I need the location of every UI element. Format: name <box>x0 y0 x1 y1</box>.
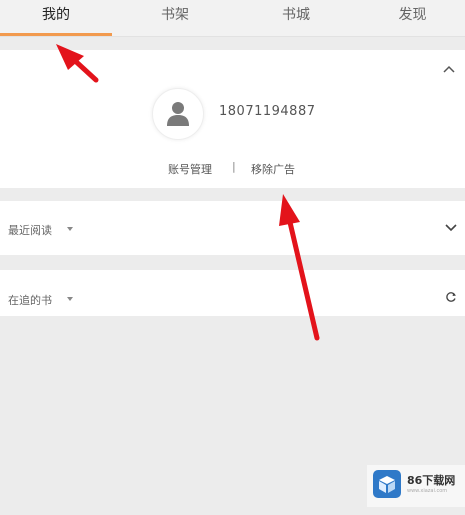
annotation-arrows <box>56 44 320 341</box>
annotation-arrow-tab <box>56 44 99 83</box>
annotation-arrow-remove-ads <box>279 194 320 341</box>
